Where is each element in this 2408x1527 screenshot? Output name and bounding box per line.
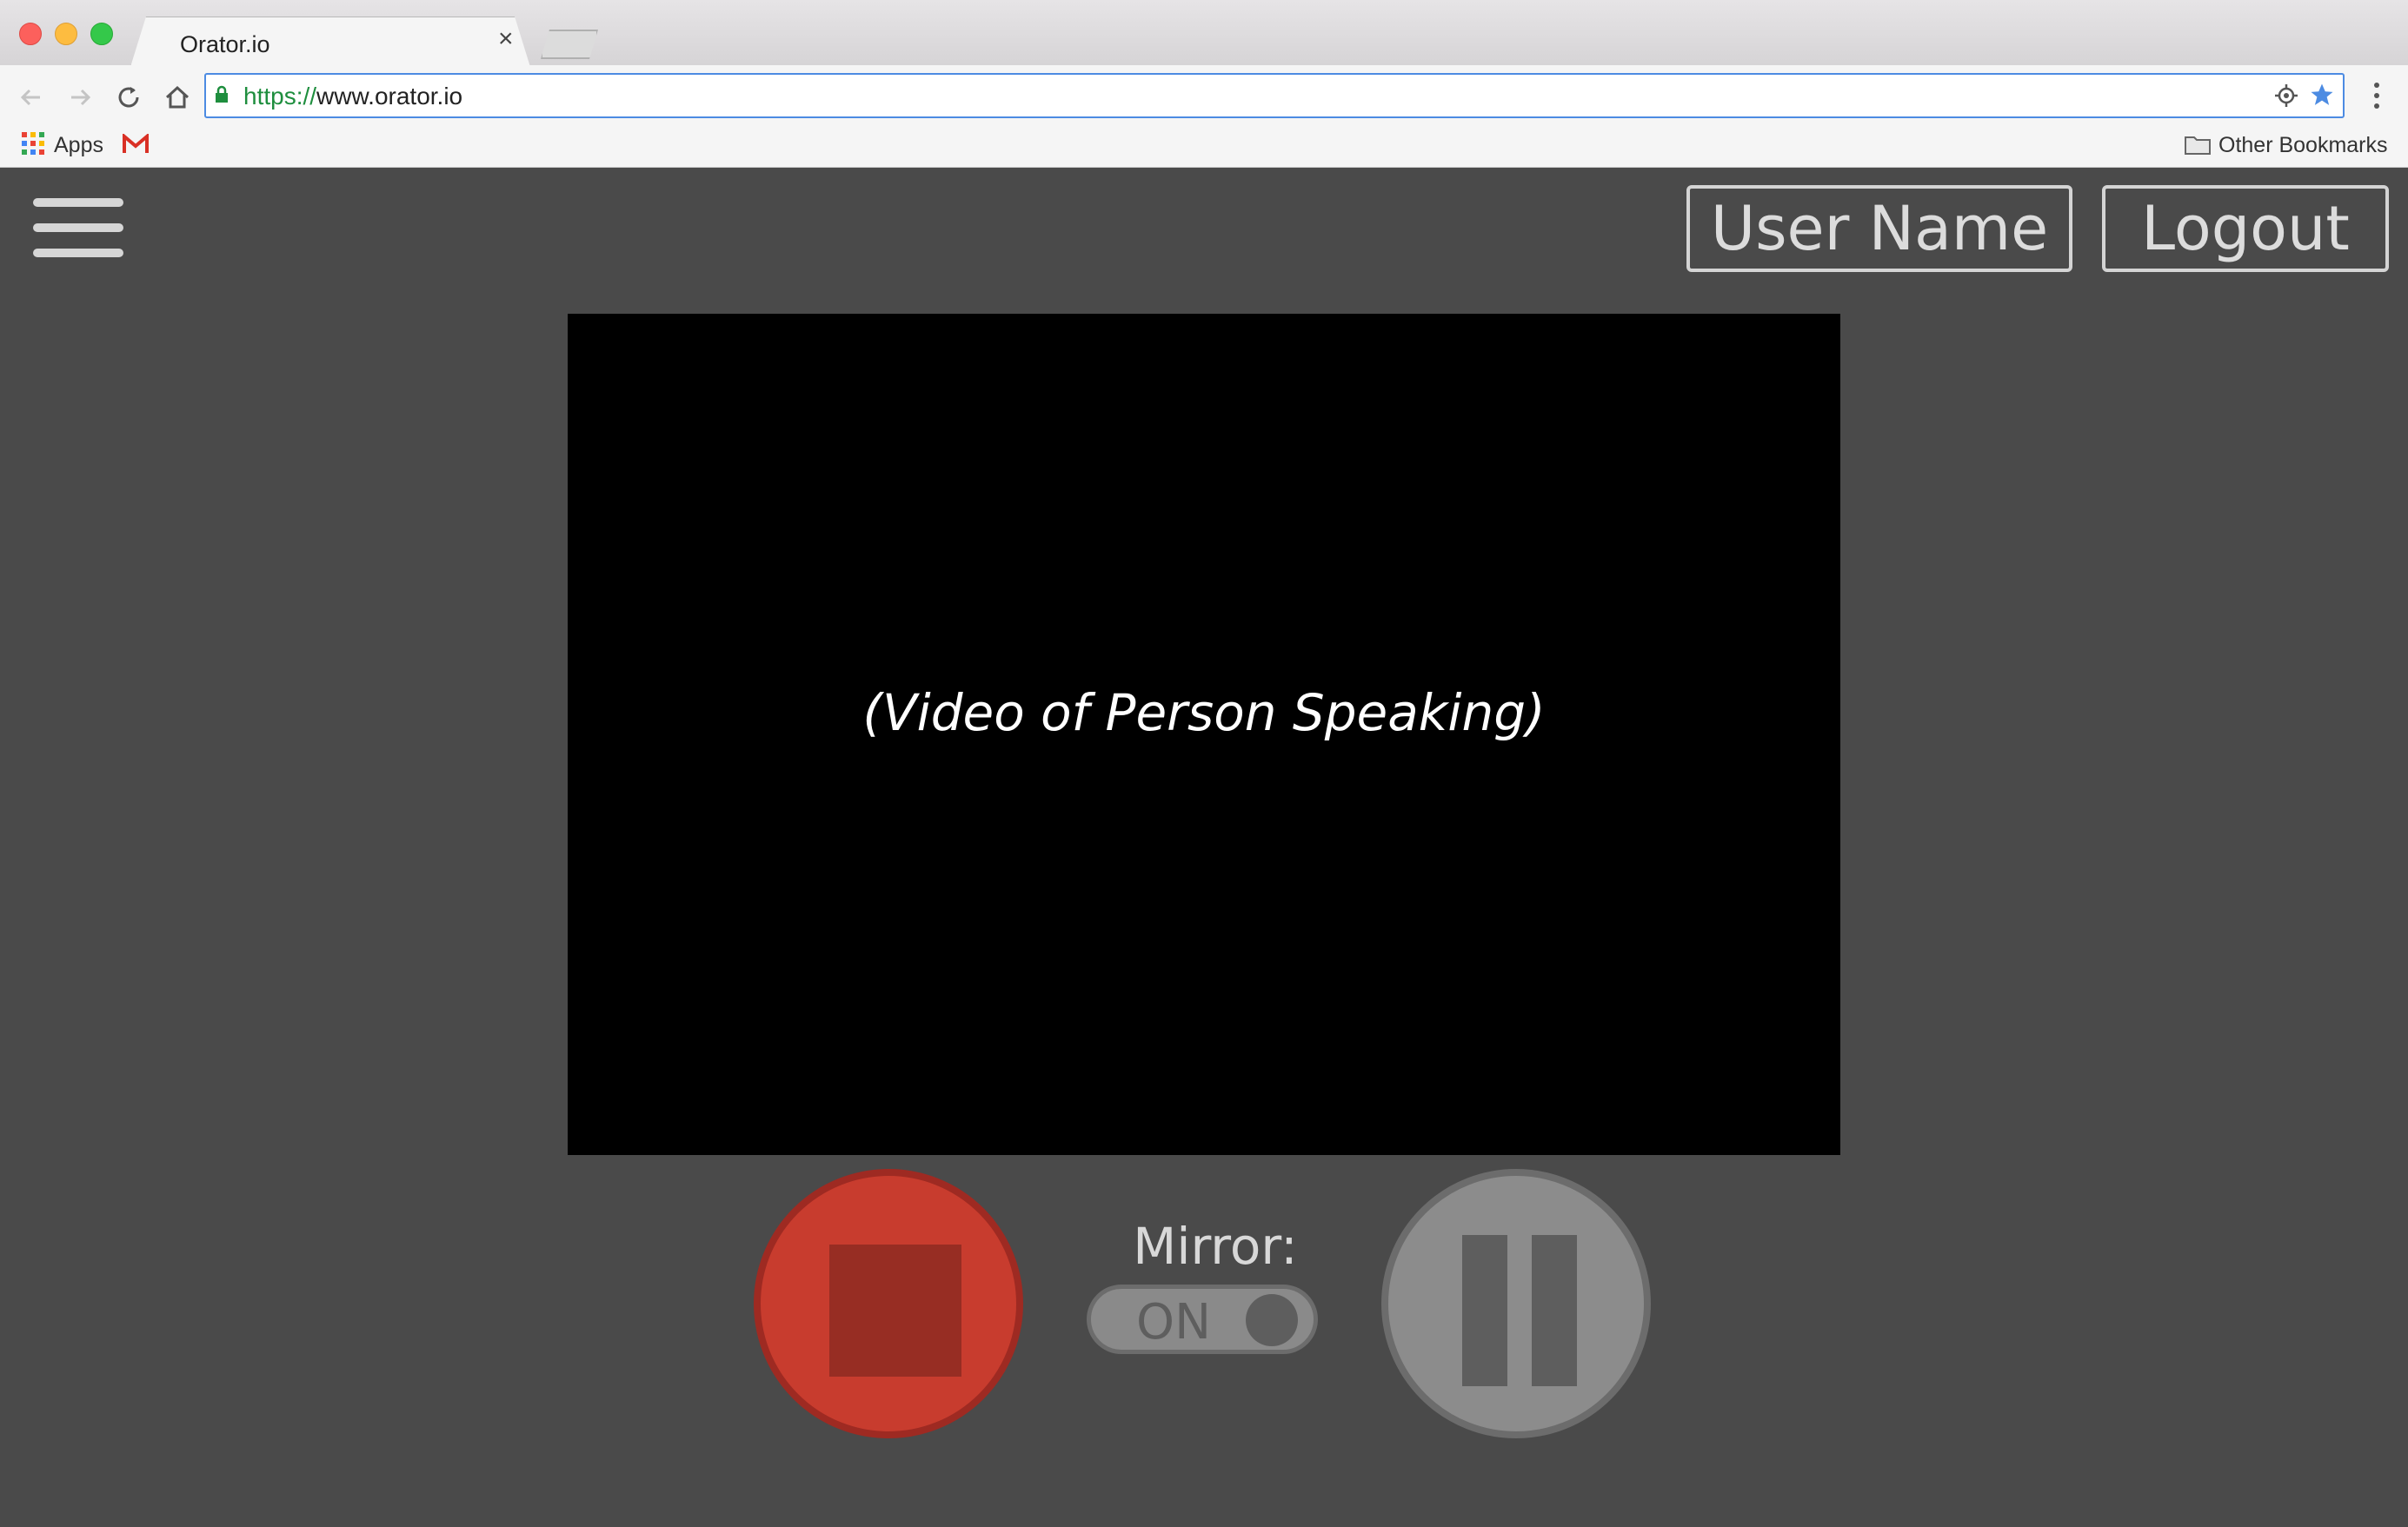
bookmark-apps-label[interactable]: Apps <box>54 133 103 158</box>
reload-icon[interactable] <box>111 80 146 115</box>
url-scheme: https:// <box>243 83 317 110</box>
pause-button[interactable] <box>1381 1169 1651 1438</box>
back-arrow-icon[interactable] <box>14 80 49 115</box>
mirror-label: Mirror: <box>1133 1217 1298 1276</box>
home-icon[interactable] <box>160 80 195 115</box>
mirror-toggle[interactable]: ON <box>1087 1285 1318 1354</box>
window-close-button[interactable] <box>19 23 42 45</box>
browser-menu-icon[interactable] <box>2368 80 2385 111</box>
video-preview: (Video of Person Speaking) <box>568 314 1840 1155</box>
hamburger-menu-icon[interactable] <box>33 198 123 257</box>
toggle-knob-icon <box>1246 1294 1298 1346</box>
pause-icon-left-bar <box>1462 1235 1507 1386</box>
bookmark-star-icon[interactable] <box>2309 82 2335 108</box>
window-minimize-button[interactable] <box>55 23 77 45</box>
folder-icon[interactable] <box>2184 132 2212 156</box>
tab-title: Orator.io <box>180 31 270 57</box>
apps-grid-icon[interactable] <box>21 131 45 156</box>
bookmarks-bar <box>0 128 2408 168</box>
gmail-icon[interactable] <box>122 134 150 155</box>
bookmark-other-label[interactable]: Other Bookmarks <box>2218 133 2388 158</box>
address-url[interactable]: https://www.orator.io <box>243 83 462 110</box>
mirror-toggle-state: ON <box>1136 1294 1211 1351</box>
address-bar[interactable] <box>204 73 2345 118</box>
tab-close-icon[interactable]: × <box>498 24 514 54</box>
window-zoom-button[interactable] <box>90 23 113 45</box>
pause-icon-right-bar <box>1532 1235 1577 1386</box>
location-icon[interactable] <box>2274 83 2298 108</box>
stop-recording-button[interactable] <box>754 1169 1023 1438</box>
url-host: www.orator.io <box>316 83 463 110</box>
stop-square-icon <box>829 1245 961 1377</box>
logout-button[interactable]: Logout <box>2102 185 2389 272</box>
new-tab-button[interactable] <box>541 30 598 59</box>
lock-icon <box>216 85 228 103</box>
forward-arrow-icon[interactable] <box>63 80 97 115</box>
user-name-button[interactable]: User Name <box>1686 185 2072 272</box>
video-placeholder-caption: (Video of Person Speaking) <box>862 683 1546 742</box>
